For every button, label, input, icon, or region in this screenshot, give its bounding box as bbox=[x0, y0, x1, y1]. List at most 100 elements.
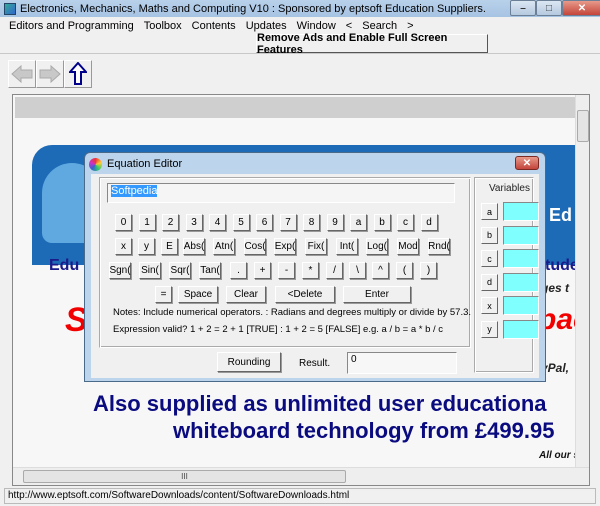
page-text-also-line2: whiteboard technology from £499.95 bbox=[173, 418, 555, 443]
minimize-button[interactable]: – bbox=[510, 0, 536, 16]
key-button[interactable]: 5 bbox=[232, 214, 250, 231]
key-button[interactable]: = bbox=[155, 286, 172, 303]
key-button[interactable]: b bbox=[373, 214, 391, 231]
key-button[interactable]: ^ bbox=[372, 262, 389, 279]
result-field[interactable]: 0 bbox=[347, 352, 457, 374]
page-header-bar bbox=[15, 97, 577, 118]
variable-a-input[interactable] bbox=[503, 202, 539, 221]
variable-c-input[interactable] bbox=[503, 249, 539, 268]
page-text-tude: tude bbox=[545, 257, 579, 274]
rounding-button[interactable]: Rounding bbox=[217, 352, 281, 372]
key-button[interactable]: Tan( bbox=[199, 262, 221, 279]
variable-x-input[interactable] bbox=[503, 296, 539, 315]
key-button[interactable]: - bbox=[278, 262, 295, 279]
forward-button[interactable] bbox=[36, 60, 64, 88]
key-button[interactable]: \ bbox=[349, 262, 366, 279]
variable-x-button[interactable]: x bbox=[481, 297, 498, 314]
menu-contents[interactable]: Contents bbox=[192, 20, 236, 32]
back-arrow-icon bbox=[11, 65, 33, 83]
key-button[interactable]: y bbox=[138, 238, 155, 255]
horizontal-scroll-thumb[interactable]: III bbox=[23, 470, 346, 483]
menu-search[interactable]: Search bbox=[362, 20, 397, 32]
vertical-scroll-thumb[interactable] bbox=[577, 110, 589, 142]
key-button[interactable]: Cos( bbox=[244, 238, 266, 255]
menu-prev[interactable]: < bbox=[346, 20, 352, 32]
dialog-close-button[interactable]: ✕ bbox=[515, 156, 539, 170]
key-button[interactable]: Mod bbox=[397, 238, 419, 255]
key-button[interactable]: Space bbox=[178, 286, 218, 303]
variable-a-button[interactable]: a bbox=[481, 203, 498, 220]
key-button[interactable]: Sqr( bbox=[169, 262, 191, 279]
key-button[interactable]: Log( bbox=[366, 238, 388, 255]
key-button[interactable]: 3 bbox=[185, 214, 203, 231]
key-button[interactable]: Fix( bbox=[305, 238, 327, 255]
result-label: Result. bbox=[299, 358, 331, 369]
maximize-button[interactable]: □ bbox=[536, 0, 562, 16]
key-button[interactable]: d bbox=[420, 214, 438, 231]
key-button[interactable]: 9 bbox=[326, 214, 344, 231]
up-arrow-icon bbox=[69, 62, 87, 85]
variables-label: Variables bbox=[489, 183, 530, 194]
key-button[interactable]: 7 bbox=[279, 214, 297, 231]
key-button[interactable]: ) bbox=[420, 262, 437, 279]
key-button[interactable]: a bbox=[350, 214, 367, 231]
key-button[interactable]: ( bbox=[396, 262, 413, 279]
key-button[interactable]: 6 bbox=[256, 214, 273, 231]
up-button[interactable] bbox=[64, 60, 92, 88]
dialog-title: Equation Editor bbox=[107, 158, 183, 170]
key-button[interactable]: 0 bbox=[115, 214, 132, 231]
menu-window[interactable]: Window bbox=[297, 20, 336, 32]
dialog-body: Softpedia 0 1 2 3 4 5 6 7 8 9 a b c d x y E Abs(Atn(Cos(E… bbox=[91, 174, 539, 378]
variable-y-button[interactable]: y bbox=[481, 320, 498, 338]
key-button[interactable]: * bbox=[302, 262, 319, 279]
window-controls: – □ ✕ bbox=[510, 0, 600, 16]
variable-d-input[interactable] bbox=[503, 272, 539, 292]
equation-editor-dialog: Equation Editor ✕ Softpedia 0123456789ab… bbox=[84, 152, 546, 382]
key-button[interactable]: Abs( bbox=[183, 238, 205, 255]
forward-arrow-icon bbox=[39, 65, 61, 83]
menu-updates[interactable]: Updates bbox=[246, 20, 287, 32]
menu-editors-programming[interactable]: Editors and Programming bbox=[9, 20, 134, 32]
horizontal-scrollbar[interactable]: III bbox=[13, 467, 589, 485]
close-button[interactable]: ✕ bbox=[562, 0, 600, 16]
variable-y-input[interactable] bbox=[503, 319, 539, 339]
key-button[interactable]: Atn( bbox=[213, 238, 235, 255]
menu-next[interactable]: > bbox=[407, 20, 413, 32]
key-button[interactable]: c bbox=[397, 214, 414, 231]
page-text-also-line1: Also supplied as unlimited user educatio… bbox=[93, 391, 547, 416]
key-button[interactable]: Sin( bbox=[139, 262, 161, 279]
variable-b-input[interactable] bbox=[503, 225, 539, 245]
key-button[interactable]: <Delete bbox=[275, 286, 335, 303]
key-button[interactable]: + bbox=[254, 262, 271, 279]
key-button[interactable]: 8 bbox=[303, 214, 320, 231]
key-button[interactable]: 1 bbox=[138, 214, 156, 231]
expression-selected-text: Softpedia bbox=[111, 185, 158, 197]
ad-toolbar: Remove Ads and Enable Full Screen Featur… bbox=[0, 32, 600, 56]
expression-input[interactable]: Softpedia bbox=[107, 183, 455, 203]
key-button[interactable]: Int( bbox=[336, 238, 358, 255]
variable-d-button[interactable]: d bbox=[481, 273, 498, 291]
equation-editor-icon bbox=[89, 157, 102, 171]
key-button[interactable]: / bbox=[326, 262, 343, 279]
page-text-all-our: All our s bbox=[539, 450, 580, 461]
key-button[interactable]: Clear bbox=[226, 286, 266, 303]
key-button[interactable]: 2 bbox=[162, 214, 179, 231]
remove-ads-button[interactable]: Remove Ads and Enable Full Screen Featur… bbox=[256, 32, 488, 56]
key-button[interactable]: x bbox=[115, 238, 132, 255]
key-button[interactable]: Enter bbox=[343, 286, 411, 303]
nav-toolbar bbox=[8, 60, 92, 89]
key-button[interactable]: 4 bbox=[209, 214, 226, 231]
back-button[interactable] bbox=[8, 60, 36, 88]
key-button[interactable]: E bbox=[161, 238, 178, 255]
notes-text: Notes: Include numerical operators. : Ra… bbox=[113, 307, 472, 318]
key-button[interactable]: Sgn( bbox=[109, 262, 131, 279]
menu-toolbox[interactable]: Toolbox bbox=[144, 20, 182, 32]
variable-c-button[interactable]: c bbox=[481, 250, 498, 267]
key-button[interactable]: Rnd( bbox=[428, 238, 450, 255]
vertical-scrollbar[interactable] bbox=[575, 95, 589, 467]
key-button[interactable]: Exp( bbox=[274, 238, 296, 255]
dialog-title-bar: Equation Editor bbox=[89, 155, 182, 173]
key-button[interactable]: . bbox=[230, 262, 247, 279]
variable-b-button[interactable]: b bbox=[481, 226, 498, 244]
app-icon bbox=[4, 2, 16, 15]
